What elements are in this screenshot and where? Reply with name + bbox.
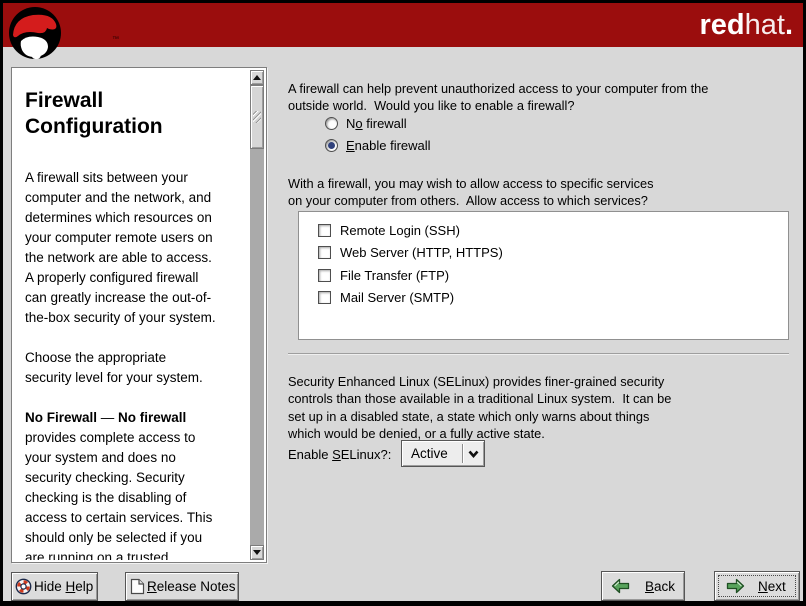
service-row-smtp[interactable]: Mail Server (SMTP) xyxy=(299,287,788,310)
radio-enable-firewall[interactable] xyxy=(325,139,338,152)
wordmark-dot: . xyxy=(785,9,793,41)
selinux-description-text: Security Enhanced Linux (SELinux) provid… xyxy=(288,373,671,443)
logo-trademark: ™ xyxy=(112,36,119,43)
radio-enable-firewall-label[interactable]: Enable firewall xyxy=(346,138,431,153)
services-listbox[interactable]: Remote Login (SSH) Web Server (HTTP, HTT… xyxy=(298,211,789,340)
chevron-down-icon xyxy=(463,450,484,458)
hide-help-button[interactable]: Hide Help xyxy=(11,572,98,601)
services-question-text: With a firewall, you may wish to allow a… xyxy=(288,175,654,210)
help-panel: Firewall Configuration A firewall sits b… xyxy=(11,67,267,563)
checkbox-file-transfer-ftp[interactable] xyxy=(318,269,331,282)
arrow-up-icon xyxy=(253,75,261,80)
service-row-ftp[interactable]: File Transfer (FTP) xyxy=(299,264,788,287)
back-button[interactable]: Back xyxy=(601,571,685,601)
selinux-label: Enable SELinux?: xyxy=(288,447,391,462)
radio-row-no-firewall[interactable]: No firewall xyxy=(325,115,407,132)
scroll-up-button[interactable] xyxy=(250,70,264,85)
back-label: Back xyxy=(645,579,675,594)
wordmark-hat: hat xyxy=(745,9,785,41)
help-paragraph-3: No Firewall — No firewall provides compl… xyxy=(25,408,248,560)
service-label[interactable]: Remote Login (SSH) xyxy=(340,223,460,238)
checkbox-mail-server-smtp[interactable] xyxy=(318,291,331,304)
help-title: Firewall Configuration xyxy=(25,88,248,140)
service-label[interactable]: Mail Server (SMTP) xyxy=(340,290,454,305)
hide-help-label: Hide Help xyxy=(34,579,93,594)
help-bold-no-firewall-2: No firewall xyxy=(118,410,186,425)
next-button[interactable]: Next xyxy=(714,571,800,601)
scroll-down-button[interactable] xyxy=(250,545,264,560)
scrollbar-thumb[interactable] xyxy=(250,85,264,149)
checkbox-remote-login-ssh[interactable] xyxy=(318,224,331,237)
release-notes-label: Release Notes xyxy=(147,579,236,594)
radio-no-firewall-label[interactable]: No firewall xyxy=(346,116,407,131)
help-paragraph-1: A firewall sits between your computer an… xyxy=(25,168,248,328)
help-bold-no-firewall: No Firewall xyxy=(25,410,97,425)
header-bar: redhat. ™ xyxy=(3,3,803,47)
firewall-question-text: A firewall can help prevent unauthorized… xyxy=(288,80,708,115)
selinux-dropdown[interactable]: Active xyxy=(401,440,485,467)
installer-window: redhat. ™ Firewall Configuration A firew… xyxy=(0,0,806,606)
scrollbar-track[interactable] xyxy=(250,85,264,545)
help-dash: — xyxy=(97,410,118,425)
release-notes-button[interactable]: Release Notes xyxy=(125,572,239,601)
help-paragraph-3-rest: provides complete access to your system … xyxy=(25,430,212,560)
checkbox-web-server[interactable] xyxy=(318,246,331,259)
help-content: Firewall Configuration A firewall sits b… xyxy=(25,88,248,560)
lifebuoy-help-icon xyxy=(15,578,32,595)
document-icon xyxy=(130,578,145,595)
radio-no-firewall[interactable] xyxy=(325,117,338,130)
selinux-dropdown-value: Active xyxy=(402,446,462,461)
service-row-web[interactable]: Web Server (HTTP, HTTPS) xyxy=(299,242,788,265)
radio-row-enable-firewall[interactable]: Enable firewall xyxy=(325,137,431,154)
arrow-down-icon xyxy=(253,550,261,555)
redhat-wordmark: redhat. xyxy=(699,7,793,43)
service-label[interactable]: File Transfer (FTP) xyxy=(340,268,449,283)
redhat-shadowman-logo xyxy=(7,5,63,61)
arrow-left-icon xyxy=(611,578,630,594)
arrow-right-icon xyxy=(726,578,745,594)
service-row-ssh[interactable]: Remote Login (SSH) xyxy=(299,219,788,242)
wordmark-red: red xyxy=(699,9,744,41)
help-paragraph-2: Choose the appropriate security level fo… xyxy=(25,348,248,388)
next-label: Next xyxy=(758,579,786,594)
section-separator xyxy=(288,353,789,354)
service-label[interactable]: Web Server (HTTP, HTTPS) xyxy=(340,245,503,260)
help-scrollbar[interactable] xyxy=(250,70,264,560)
